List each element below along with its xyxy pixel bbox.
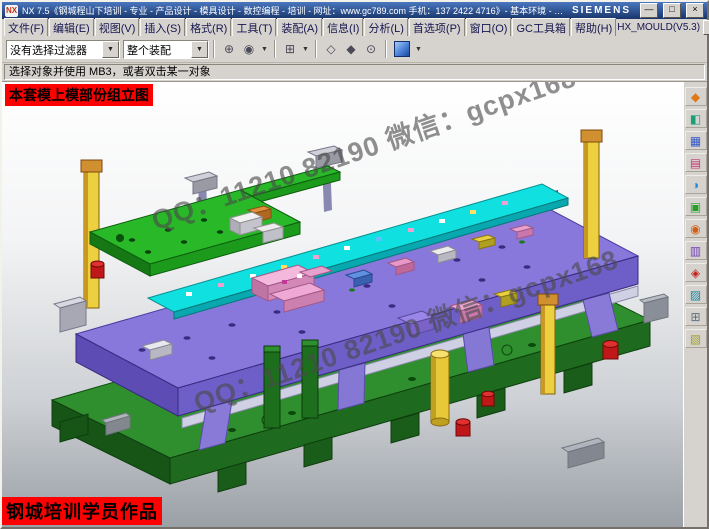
menu-preferences[interactable]: 首选项(P) <box>409 18 465 38</box>
assembly-navigator-icon[interactable]: ◧ <box>685 109 707 128</box>
menu-edit[interactable]: 编辑(E) <box>49 18 94 38</box>
window-title: NX 7.5《钢城程山下培训 - 专业 - 产品设计 - 模具设计 - 数控编程… <box>22 4 564 17</box>
menu-window[interactable]: 窗口(O) <box>466 18 512 38</box>
selection-toolbar: 没有选择过滤器 ▼ 整个装配 ▼ ⊕ ◉ ▼ ⊞ ▼ ◇ ◆ ⊙ ▼ <box>2 36 707 63</box>
constraint-navigator-icon[interactable]: ▦ <box>685 131 707 150</box>
menu-analysis[interactable]: 分析(L) <box>364 18 407 38</box>
selection-scope-value: 整个装配 <box>124 41 191 58</box>
menu-insert[interactable]: 插入(S) <box>140 18 185 38</box>
csys-icon[interactable]: ⊙ <box>361 39 381 59</box>
assembly-title-label: 本套模上模部份组立图 <box>5 84 153 106</box>
toolbar-separator <box>315 40 317 58</box>
menu-assemblies[interactable]: 装配(A) <box>277 18 322 38</box>
chevron-down-icon[interactable]: ▼ <box>102 41 119 58</box>
menu-tools[interactable]: 工具(T) <box>232 18 276 38</box>
mold-tool-label: HX_MOULD(V5.3) <box>617 22 700 33</box>
title-bar[interactable]: NX NX 7.5《钢城程山下培训 - 专业 - 产品设计 - 模具设计 - 数… <box>2 2 707 19</box>
selection-scope-combo[interactable]: 整个装配 ▼ <box>123 40 209 59</box>
scene-icon[interactable]: ▨ <box>685 285 707 304</box>
shaded-view-icon[interactable] <box>394 41 410 57</box>
child-close-icon[interactable]: × <box>703 20 709 35</box>
menu-view[interactable]: 视图(V) <box>95 18 140 38</box>
part-navigator-icon[interactable]: ◆ <box>685 87 707 106</box>
nx-app-icon: NX <box>5 5 18 17</box>
menu-gc-toolbox[interactable]: GC工具箱 <box>512 18 570 38</box>
graphics-window[interactable]: QQ：11210 82190 微信：gcpx168 QQ：11210 82190… <box>2 82 683 527</box>
hd3d-tools-icon[interactable]: ▤ <box>685 153 707 172</box>
maximize-button[interactable]: □ <box>663 3 681 18</box>
toolbar-separator <box>274 40 276 58</box>
menu-help[interactable]: 帮助(H) <box>571 18 616 38</box>
nx-application-window: NX NX 7.5《钢城程山下培训 - 专业 - 产品设计 - 模具设计 - 数… <box>0 0 709 529</box>
menu-file[interactable]: 文件(F) <box>4 18 48 38</box>
prompt-text: 选择对象并使用 MB3，或者双击某一对象 <box>4 64 705 80</box>
cue-line: 选择对象并使用 MB3，或者双击某一对象 <box>2 63 707 82</box>
toolbar-separator <box>385 40 387 58</box>
close-button[interactable]: × <box>686 3 704 18</box>
templates-icon[interactable]: ⊞ <box>685 307 707 326</box>
web-browser-icon[interactable]: ◑ <box>685 175 707 194</box>
training-credit-label: 钢城培训学员作品 <box>2 497 162 525</box>
selection-filter-value: 没有选择过滤器 <box>7 41 102 58</box>
toolbar-separator <box>213 40 215 58</box>
snap-point-icon[interactable]: ⊕ <box>219 39 239 59</box>
chevron-down-icon[interactable]: ▼ <box>413 39 424 59</box>
siemens-logo: SIEMENS <box>572 5 631 16</box>
history-icon[interactable]: ▣ <box>685 197 707 216</box>
roles-icon[interactable]: ◈ <box>685 263 707 282</box>
chevron-down-icon[interactable]: ▼ <box>191 41 208 58</box>
selection-filter-combo[interactable]: 没有选择过滤器 ▼ <box>6 40 120 59</box>
process-studio-icon[interactable]: ◉ <box>685 219 707 238</box>
chevron-down-icon[interactable]: ▼ <box>259 39 270 59</box>
resource-bar: ◆ ◧ ▦ ▤ ◑ ▣ ◉ ▥ ◈ ▨ ⊞ ▧ <box>683 82 707 527</box>
menu-format[interactable]: 格式(R) <box>186 18 231 38</box>
vector-icon[interactable]: ◆ <box>341 39 361 59</box>
snap-center-icon[interactable]: ◉ <box>239 39 259 59</box>
point-constructor-icon[interactable]: ⊞ <box>280 39 300 59</box>
menu-bar: 文件(F) 编辑(E) 视图(V) 插入(S) 格式(R) 工具(T) 装配(A… <box>2 19 707 36</box>
minimize-button[interactable]: — <box>640 3 658 18</box>
window-icon[interactable]: ▧ <box>685 329 707 348</box>
plane-icon[interactable]: ◇ <box>321 39 341 59</box>
menu-information[interactable]: 信息(I) <box>323 18 363 38</box>
wizard-icon[interactable]: ▥ <box>685 241 707 260</box>
chevron-down-icon[interactable]: ▼ <box>300 39 311 59</box>
